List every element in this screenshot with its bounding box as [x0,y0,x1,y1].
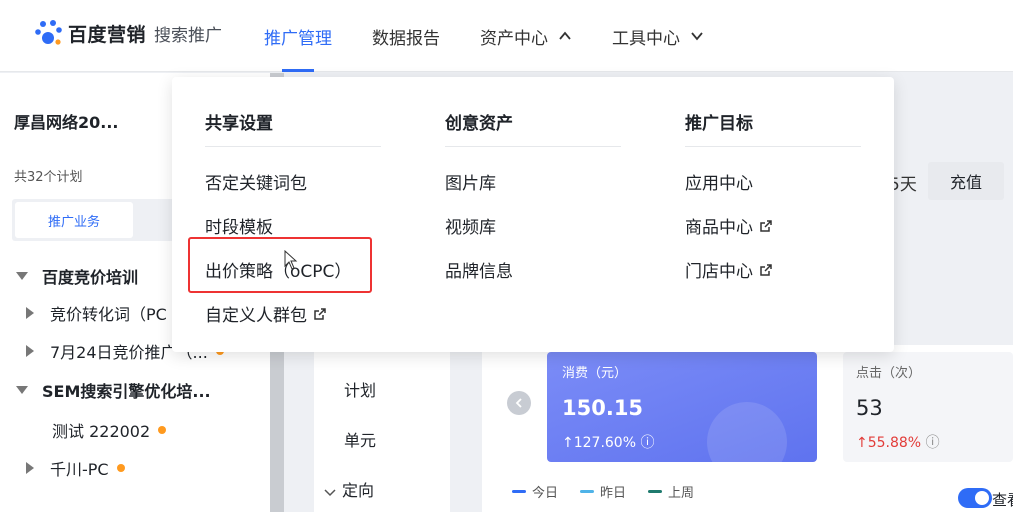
info-icon[interactable]: ⓘ [640,435,654,451]
chevron-up-icon [559,31,571,40]
view-toggle[interactable] [958,488,992,508]
mouse-cursor-icon [284,250,298,270]
prev-arrow-button[interactable] [507,391,531,415]
clicks-value: 53 [856,396,883,420]
clicks-change: ↑55.88% ⓘ [856,432,940,452]
legend-swatch [512,490,526,493]
column-divider [445,146,621,147]
highlight-annotation-box [188,237,372,293]
tree-item-label: 测试 222002 [52,422,151,441]
external-link-icon [760,219,772,232]
caret-down-icon[interactable] [16,272,28,280]
tree-item-label: SEM搜索引擎优化培... [42,382,211,401]
caret-right-icon[interactable] [26,307,34,319]
tree-item-label: 百度竞价培训 [42,268,139,287]
menu-item-app-center[interactable]: 应用中心 [685,169,753,194]
menu-item-label: 商品中心 [685,218,753,238]
account-name[interactable]: 厚昌网络20... [14,109,119,133]
asset-center-dropdown: 共享设置 否定关键词包 时段模板 出价策略（oCPC） 自定义人群包 创意资产 … [172,77,894,352]
subnav-item-unit[interactable]: 单元 [344,427,376,451]
info-icon[interactable]: ⓘ [926,435,940,451]
menu-item-label: 自定义人群包 [205,306,307,326]
tree-item-label: 千川-PC [50,460,109,479]
column-heading: 共享设置 [205,114,273,134]
chevron-left-icon [515,398,522,408]
legend-label: 今日 [532,486,559,501]
toggle-label: 查看 [992,491,1013,509]
status-dot [158,426,167,434]
menu-item-time-template[interactable]: 时段模板 [205,213,273,238]
cost-change: ↑127.60% ⓘ [562,432,654,452]
main-nav: 推广管理 数据报告 资产中心 工具中心 [264,0,744,72]
product-name: 搜索推广 [154,25,223,46]
baidu-paw-icon [34,18,64,48]
tree-item-label: 竞价转化词（PC [50,305,167,324]
nav-tool-center[interactable]: 工具中心 [612,0,704,72]
subnav-label: 定向 [342,481,375,500]
column-divider [685,146,861,147]
menu-item-label: 门店中心 [685,262,753,282]
brand-logo[interactable]: 百度营销 搜索推广 [34,18,222,48]
legend-label: 昨日 [600,486,627,501]
tree-item[interactable]: 竞价转化词（PC [26,300,167,326]
column-heading: 创意资产 [445,114,513,134]
cost-card[interactable]: 消费（元） 150.15 ↑127.60% ⓘ [547,352,817,462]
legend-label: 上周 [668,486,695,501]
caret-right-icon[interactable] [26,462,34,474]
clicks-card[interactable]: 点击（次） 53 ↑55.88% ⓘ [843,352,1013,462]
menu-item-video-library[interactable]: 视频库 [445,213,496,238]
menu-item-store-center[interactable]: 门店中心 [685,257,773,282]
sidebar-tabs: 推广业务 [12,199,182,241]
level-subnav: 计划 单元 定向 [314,345,450,512]
nav-label: 资产中心 [480,28,548,49]
recharge-button[interactable]: 充值 [928,162,1004,200]
tree-item[interactable]: 测试 222002 [52,417,167,443]
legend-item-today[interactable]: 今日 [512,482,558,501]
nav-promotion-management[interactable]: 推广管理 [264,0,332,72]
tree-item[interactable]: SEM搜索引擎优化培... [16,377,211,403]
cost-label: 消费（元） [562,366,628,381]
menu-item-product-center[interactable]: 商品中心 [685,213,773,238]
legend-swatch [580,490,595,493]
caret-right-icon[interactable] [26,345,34,357]
cost-change-value: ↑127.60% [562,435,637,451]
tree-item[interactable]: 千川-PC [26,455,125,481]
tree-item[interactable]: 百度竞价培训 [16,263,138,289]
nav-label: 工具中心 [612,28,680,49]
brand-name: 百度营销 [68,23,147,46]
status-dot [116,464,125,472]
clicks-label: 点击（次） [856,366,922,381]
legend-swatch [648,490,663,493]
menu-item-negative-keyword-pack[interactable]: 否定关键词包 [205,169,307,194]
column-heading: 推广目标 [685,114,753,134]
clicks-change-value: ↑55.88% [856,435,922,451]
subnav-item-plan[interactable]: 计划 [344,377,376,401]
column-divider [205,146,381,147]
cost-value: 150.15 [562,396,644,420]
chevron-down-icon [324,488,336,496]
menu-item-custom-audience[interactable]: 自定义人群包 [205,301,327,326]
caret-down-icon[interactable] [16,386,28,394]
coin-decoration [707,402,787,462]
menu-item-image-library[interactable]: 图片库 [445,169,496,194]
chart-legend: 今日 昨日 上周 [512,482,716,501]
legend-item-last-week[interactable]: 上周 [648,482,694,501]
chevron-down-icon [691,32,703,41]
legend-item-yesterday[interactable]: 昨日 [580,482,626,501]
external-link-icon [760,263,772,276]
tab-promotion-business[interactable]: 推广业务 [15,202,133,238]
menu-item-brand-info[interactable]: 品牌信息 [445,257,513,282]
external-link-icon [314,307,326,320]
subnav-item-targeting[interactable]: 定向 [324,477,374,501]
nav-label: 数据报告 [372,28,440,49]
top-nav-bar: 百度营销 搜索推广 推广管理 数据报告 资产中心 工具中心 [0,0,1013,72]
nav-label: 推广管理 [264,28,332,49]
plan-count: 共32个计划 [14,170,83,185]
nav-asset-center[interactable]: 资产中心 [480,0,572,72]
nav-data-report[interactable]: 数据报告 [372,0,440,72]
